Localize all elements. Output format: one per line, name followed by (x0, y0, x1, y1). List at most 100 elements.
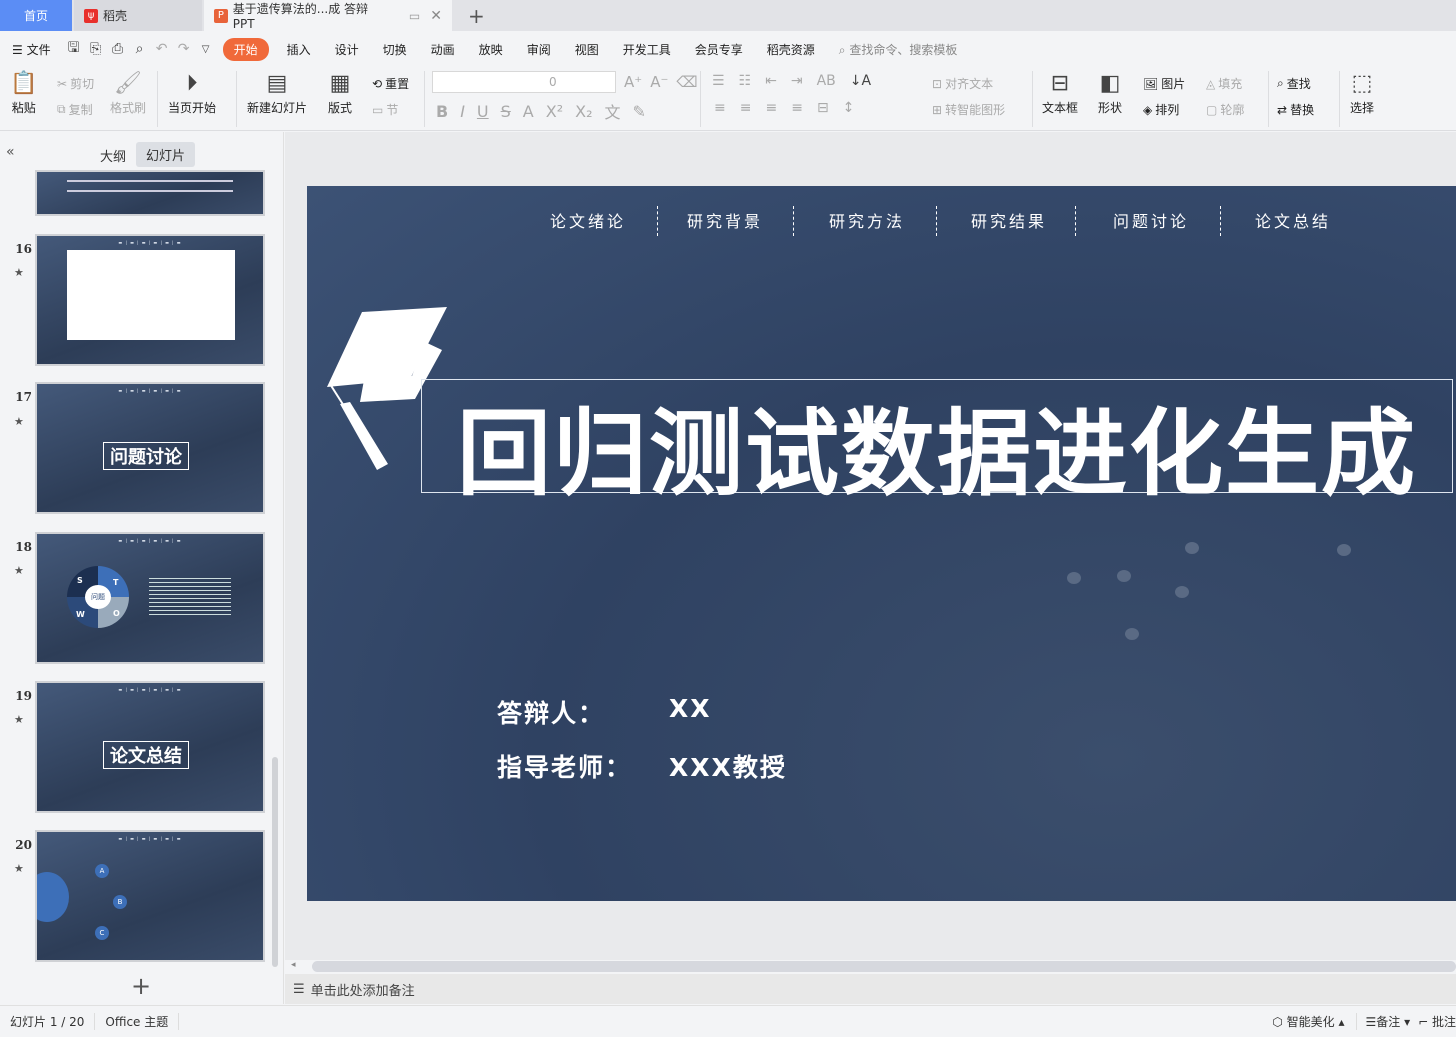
bullets-icon[interactable]: ☰ (712, 73, 725, 89)
customize-dropdown-icon[interactable]: ▽ (195, 44, 217, 55)
tab-document[interactable]: P 基于遗传算法的...成 答辩PPT ▭ ✕ (204, 0, 452, 31)
brush-icon: 🖌 (114, 71, 142, 96)
undo-icon[interactable]: ↶ (151, 41, 173, 57)
menu-review[interactable]: 审阅 (515, 41, 563, 58)
fill-button[interactable]: ◬ 填充 (1206, 75, 1242, 92)
status-bar: 幻灯片 1 / 20 Office 主题 ⬡ 智能美化 ▴ ☰备注 ▾ ⌐ 批注 (0, 1005, 1456, 1037)
replace-button[interactable]: ⇄ 替换 (1277, 101, 1314, 118)
slide-thumbnail-19[interactable]: ▬ | ▬ | ▬ | ▬ | ▬ | ▬ 论文总结 (35, 681, 265, 813)
numbering-icon[interactable]: ☷ (739, 73, 752, 89)
superscript-icon[interactable]: X² (546, 102, 563, 121)
tab-daoke[interactable]: ψ 稻壳 (74, 0, 202, 31)
subscript-icon[interactable]: X₂ (575, 102, 592, 121)
italic-icon[interactable]: I (460, 102, 465, 121)
slide-nav-summary: 论文总结 (1255, 212, 1332, 231)
comments-button[interactable]: ⌐ 批注 (1418, 1013, 1456, 1030)
align-center-icon[interactable]: ≡ (740, 100, 752, 116)
increase-indent-icon[interactable]: ⇥ (791, 73, 803, 89)
file-menu[interactable]: ☰ 文件 (0, 41, 63, 58)
scroll-left-icon[interactable]: ◂ (291, 960, 296, 970)
slide-thumbnail-17[interactable]: ▬ | ▬ | ▬ | ▬ | ▬ | ▬ 问题讨论 (35, 382, 265, 514)
menu-design[interactable]: 设计 (323, 41, 371, 58)
select-button[interactable]: ⬚ 选择 (1350, 69, 1374, 116)
menu-transition[interactable]: 切换 (371, 41, 419, 58)
horizontal-scrollbar[interactable] (312, 961, 1456, 972)
font-name-select[interactable]: 0 (432, 71, 616, 93)
eraser-icon[interactable]: ⌫ (676, 73, 697, 91)
swot-s: S (77, 576, 83, 585)
menu-member[interactable]: 会员专享 (683, 41, 755, 58)
arrange-label: 排列 (1155, 103, 1180, 117)
menu-insert[interactable]: 插入 (275, 41, 323, 58)
font-style-tools: B I U S A X² X₂ 文 ✎ (436, 99, 646, 123)
paste-button[interactable]: 📋 粘贴 (10, 69, 37, 116)
pin-icon[interactable]: ▭ (409, 9, 420, 23)
highlight-icon[interactable]: ✎ (633, 102, 646, 121)
menu-daoke-resources[interactable]: 稻壳资源 (755, 41, 827, 58)
grow-font-icon[interactable]: A⁺ (624, 73, 642, 91)
format-painter-button[interactable]: 🖌 格式刷 (110, 69, 146, 116)
find-button[interactable]: ⌕ 查找 (1277, 75, 1311, 92)
beautify-button[interactable]: ⬡ 智能美化 ▴ (1272, 1013, 1356, 1030)
save-icon[interactable]: 🖫 (63, 37, 85, 61)
notes-area[interactable]: ☰ 单击此处添加备注 (285, 974, 1456, 1004)
justify-icon[interactable]: ≡ (791, 100, 803, 116)
reset-button[interactable]: ⟲ 重置 (372, 75, 409, 92)
command-search[interactable]: ⌕ 查找命令、搜索模板 (827, 41, 970, 58)
phonetic-icon[interactable]: 文 (605, 99, 621, 123)
add-slide-button[interactable]: + (131, 972, 151, 1000)
preview-icon[interactable]: ⌕ (129, 41, 151, 57)
align-left-icon[interactable]: ≡ (714, 100, 726, 116)
align-text-button[interactable]: ⊡ 对齐文本 (932, 75, 993, 92)
menu-start[interactable]: 开始 (222, 37, 269, 61)
text-direction-icon[interactable]: AB (817, 73, 836, 89)
copy-button[interactable]: ⧉ 复制 (57, 101, 93, 118)
section-button[interactable]: ▭ 节 (372, 101, 398, 118)
bold-icon[interactable]: B (436, 102, 448, 121)
cut-button[interactable]: ✂ 剪切 (57, 75, 94, 92)
slide-thumbnail-18[interactable]: ▬ | ▬ | ▬ | ▬ | ▬ | ▬ 问题 S T W O (35, 532, 265, 664)
thumb-title: 问题讨论 (103, 442, 189, 470)
new-slide-button[interactable]: ▤ 新建幻灯片 (247, 69, 307, 116)
menu-view[interactable]: 视图 (563, 41, 611, 58)
menu-developer[interactable]: 开发工具 (611, 41, 683, 58)
align-right-icon[interactable]: ≡ (765, 100, 777, 116)
play-from-current-button[interactable]: ⏵ 当页开始 (168, 69, 216, 116)
slide-1[interactable]: 论文绪论 研究背景 研究方法 研究结果 问题讨论 论文总结 回归测试数据进化生成… (307, 186, 1456, 901)
menu-animation[interactable]: 动画 (419, 41, 467, 58)
tab-slides[interactable]: 幻灯片 (136, 142, 196, 167)
slide-thumbnail-20[interactable]: ▬ | ▬ | ▬ | ▬ | ▬ | ▬ A B C (35, 830, 265, 962)
new-tab-button[interactable]: + (458, 0, 495, 31)
slide-nav-method: 研究方法 (829, 212, 906, 231)
outline-button[interactable]: ▢ 轮廓 (1206, 101, 1244, 118)
text-box-button[interactable]: ⊟ 文本框 (1042, 69, 1078, 116)
shrink-font-icon[interactable]: A⁻ (650, 73, 668, 91)
smart-art-button[interactable]: ⊞ 转智能图形 (932, 101, 1005, 118)
menu-slideshow[interactable]: 放映 (467, 41, 515, 58)
slide-title[interactable]: 回归测试数据进化生成 (457, 378, 1417, 514)
shape-button[interactable]: ◧ 形状 (1098, 69, 1122, 116)
slide-thumbnail-15[interactable] (35, 170, 265, 216)
arrange-button[interactable]: ◈ 排列 (1143, 101, 1179, 118)
ribbon: 📋 粘贴 ✂ 剪切 ⧉ 复制 🖌 格式刷 ⏵ 当页开始 ▤ 新建幻灯片 ▦ 版式 ⟲ 重置 ▭ 节… (0, 67, 1456, 131)
distribute-icon[interactable]: ⊟ (817, 100, 829, 116)
font-color-icon[interactable]: A (523, 102, 534, 121)
panel-scrollbar[interactable] (272, 757, 278, 967)
underline-icon[interactable]: U (477, 102, 489, 121)
strike-icon[interactable]: S (501, 102, 511, 121)
font-size-select[interactable]: 0 (549, 75, 557, 89)
close-icon[interactable]: ✕ (430, 8, 442, 24)
picture-button[interactable]: 🖼 图片 (1143, 75, 1185, 92)
redo-icon[interactable]: ↷ (173, 41, 195, 57)
sort-icon[interactable]: ↓A (850, 73, 871, 89)
collapse-panel-icon[interactable]: « (6, 144, 15, 160)
line-spacing-icon[interactable]: ↕ (843, 100, 855, 116)
export-icon[interactable]: ⎘ (85, 41, 107, 57)
print-icon[interactable]: ⎙ (107, 41, 129, 57)
tab-outline[interactable]: 大纲 (100, 146, 126, 165)
layout-button[interactable]: ▦ 版式 (328, 69, 352, 116)
slide-thumbnail-16[interactable]: ▬ | ▬ | ▬ | ▬ | ▬ | ▬ (35, 234, 265, 366)
notes-toggle-button[interactable]: ☰备注 ▾ (1356, 1013, 1418, 1030)
decrease-indent-icon[interactable]: ⇤ (765, 73, 777, 89)
tab-home[interactable]: 首页 (0, 0, 72, 31)
